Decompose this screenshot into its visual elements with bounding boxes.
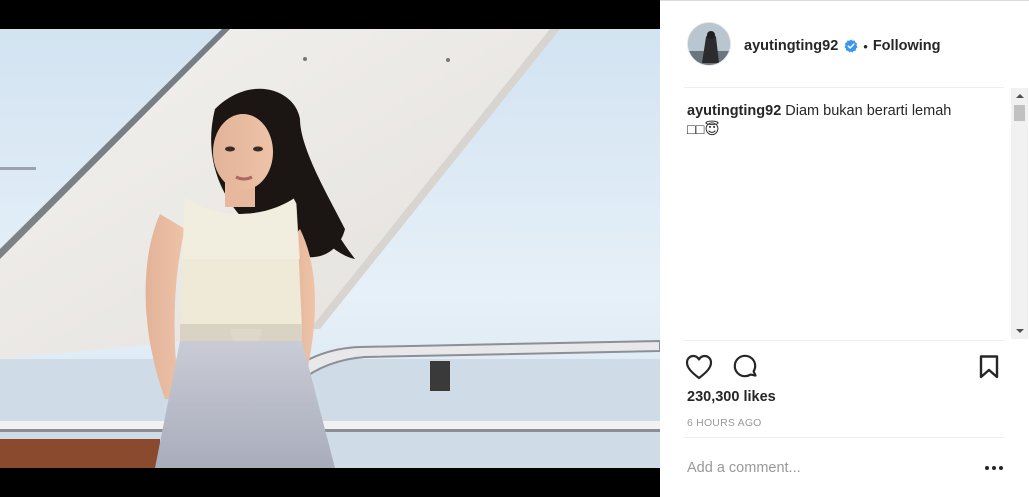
scrollbar-thumb[interactable]	[1014, 105, 1025, 121]
username-link[interactable]: ayutingting92	[744, 38, 838, 54]
scroll-up-arrow-icon[interactable]	[1011, 88, 1028, 104]
post-photo[interactable]	[0, 29, 660, 468]
avatar[interactable]	[687, 22, 731, 66]
scroll-down-arrow-icon[interactable]	[1011, 323, 1028, 339]
caption: ayutingting92 Diam bukan berarti lemah □…	[687, 102, 1007, 140]
actions-divider	[684, 340, 1004, 341]
action-bar	[660, 346, 1029, 386]
header-line: ayutingting92 • Following	[744, 36, 940, 56]
verified-badge-icon	[844, 39, 858, 53]
speech-bubble-icon	[733, 354, 757, 378]
caption-username-link[interactable]: ayutingting92	[687, 103, 781, 119]
ellipsis-icon-dot	[999, 466, 1003, 470]
ellipsis-icon-dot	[985, 466, 989, 470]
more-options-button[interactable]	[982, 459, 1006, 477]
comment-button[interactable]	[730, 352, 760, 382]
post-modal: ayutingting92 • Following ayutingting92 …	[0, 0, 1029, 497]
likes-count[interactable]: 230,300 likes	[687, 389, 776, 405]
post-timestamp[interactable]: 6 HOURS AGO	[687, 417, 762, 429]
following-button[interactable]: Following	[873, 38, 941, 54]
like-button[interactable]	[684, 352, 714, 382]
add-comment-input[interactable]	[687, 456, 947, 480]
comments-scrollbar[interactable]	[1011, 88, 1028, 339]
post-side-panel: ayutingting92 • Following ayutingting92 …	[660, 0, 1029, 497]
post-header: ayutingting92 • Following	[660, 1, 1029, 88]
heart-icon	[685, 354, 713, 380]
caption-emoji: □□😇	[687, 122, 720, 138]
save-button[interactable]	[974, 352, 1004, 382]
comments-area: ayutingting92 Diam bukan berarti lemah □…	[687, 102, 1007, 337]
avatar-image	[688, 23, 730, 65]
header-divider	[684, 87, 1004, 88]
bookmark-icon	[979, 355, 999, 379]
post-media	[0, 0, 660, 497]
caption-text: Diam bukan berarti lemah	[785, 103, 952, 119]
separator-dot: •	[863, 38, 868, 54]
ellipsis-icon-dot	[992, 466, 996, 470]
comment-divider	[684, 437, 1004, 438]
